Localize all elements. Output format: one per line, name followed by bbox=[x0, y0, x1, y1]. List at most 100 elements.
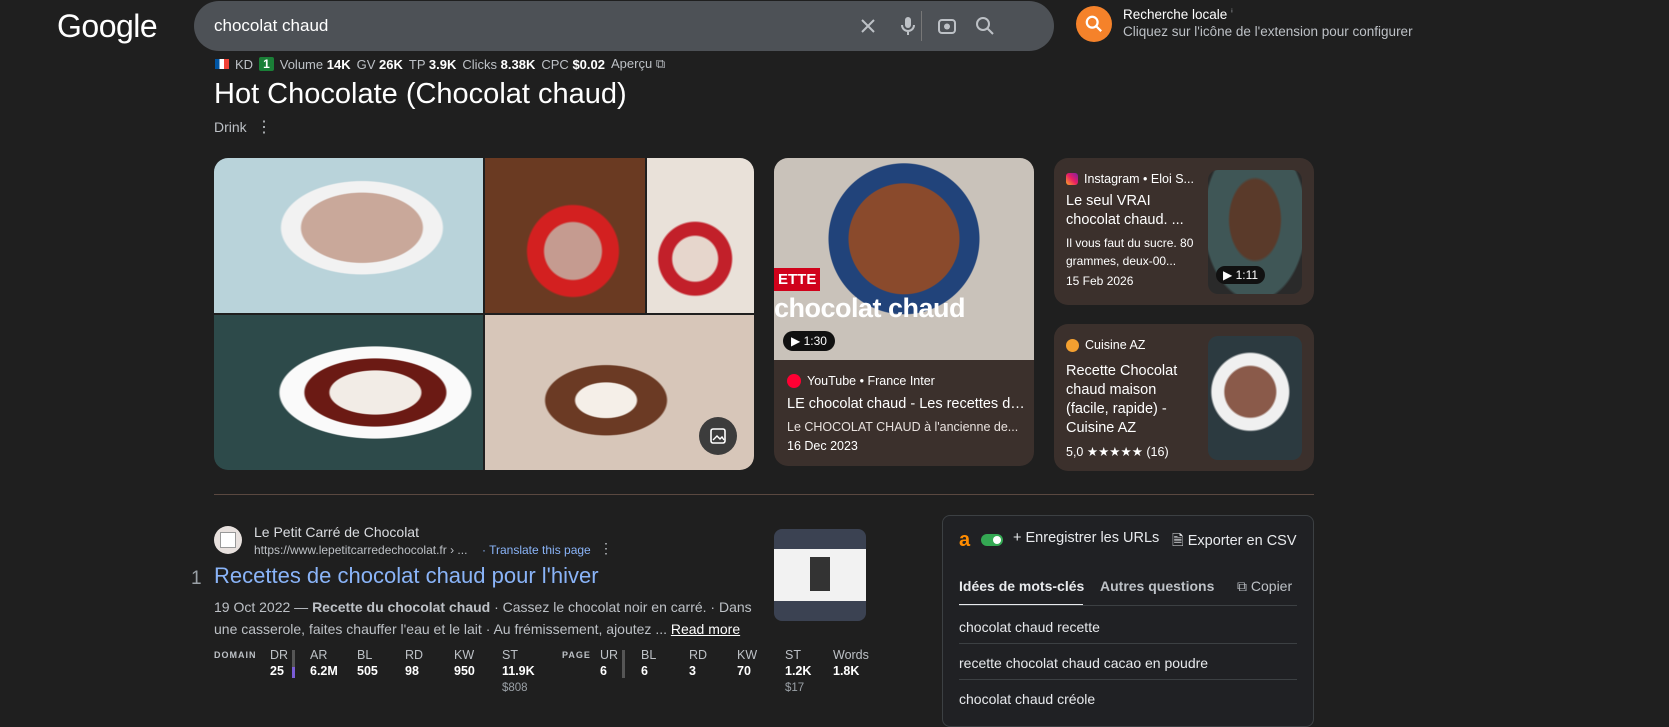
kd-badge: 1 bbox=[259, 57, 274, 71]
google-logo[interactable]: Google bbox=[57, 8, 158, 45]
result-site-name[interactable]: Le Petit Carré de Chocolat bbox=[254, 524, 419, 540]
stat-rd: RD 98 bbox=[405, 648, 424, 678]
read-more-link[interactable]: Read more bbox=[671, 621, 740, 637]
result-snippet: 19 Oct 2022 — Recette du chocolat chaud … bbox=[214, 599, 752, 637]
more-options-icon[interactable]: ⋮ bbox=[256, 117, 272, 137]
image-grid[interactable] bbox=[214, 158, 754, 470]
card-title[interactable]: Recette Chocolat chaud maison (facile, r… bbox=[1066, 362, 1196, 438]
result-url[interactable]: https://www.lepetitcarredechocolat.fr › … bbox=[254, 543, 467, 557]
info-icon: ⁱ bbox=[1231, 7, 1233, 17]
panel-divider bbox=[959, 643, 1297, 644]
search-input[interactable]: chocolat chaud bbox=[214, 16, 328, 36]
local-search-button[interactable] bbox=[1076, 6, 1112, 42]
hot-chocolate-photo-1[interactable] bbox=[214, 158, 483, 313]
card-thumbnail[interactable] bbox=[1208, 336, 1302, 460]
domain-stats-heading: DOMAIN bbox=[214, 650, 257, 660]
video-overlay-title: chocolat chaud bbox=[774, 293, 966, 323]
card-source: Instagram • Eloi S... bbox=[1066, 172, 1196, 186]
stat-dr: DR 25 bbox=[270, 648, 289, 678]
save-urls-button[interactable]: + Enregistrer les URLs bbox=[1013, 530, 1159, 546]
hot-chocolate-photo-2[interactable] bbox=[485, 158, 645, 313]
entity-title: Hot Chocolate (Chocolat chaud) bbox=[214, 78, 627, 110]
search-bar[interactable]: chocolat chaud bbox=[194, 1, 1054, 51]
keyword-item[interactable]: recette chocolat chaud cacao en poudre bbox=[959, 655, 1208, 671]
hot-chocolate-photo-3[interactable] bbox=[647, 158, 754, 313]
instagram-icon bbox=[1066, 173, 1078, 185]
video-overlay-tag: ETTE bbox=[774, 268, 821, 291]
video-thumbnail[interactable] bbox=[774, 158, 1034, 360]
cpc-metric: CPC $0.02 bbox=[541, 56, 605, 72]
export-csv-button[interactable]: 🗎 Exporter en CSV bbox=[1172, 530, 1297, 555]
stat-page-kw: KW 70 bbox=[737, 648, 758, 678]
stat-page-st: ST 1.2K $17 bbox=[785, 648, 812, 694]
file-export-icon: 🗎 bbox=[1172, 533, 1184, 549]
stat-ur: UR 6 bbox=[600, 648, 619, 678]
result-thumbnail[interactable] bbox=[774, 529, 866, 621]
local-search-subtitle: Cliquez sur l'icône de l'extension pour … bbox=[1123, 24, 1413, 39]
stat-words: Words 1.8K bbox=[833, 648, 869, 678]
video-card[interactable]: ETTE chocolat chaud ▶ 1:30 YouTube • Fra… bbox=[774, 158, 1034, 466]
video-title[interactable]: LE chocolat chaud - Les recettes de... bbox=[787, 396, 1027, 412]
panel-divider bbox=[959, 605, 1297, 606]
instagram-card[interactable]: Instagram • Eloi S... Le seul VRAI choco… bbox=[1054, 158, 1314, 305]
card-rating: 5,0 ★★★★★ (16) bbox=[1066, 445, 1169, 459]
keyword-ideas-panel: a + Enregistrer les URLs 🗎 Exporter en C… bbox=[942, 515, 1314, 727]
tp-metric: TP 3.9K bbox=[408, 56, 457, 72]
ahrefs-logo: a bbox=[959, 529, 971, 551]
kd-label: KD bbox=[235, 56, 254, 72]
site-favicon[interactable] bbox=[214, 526, 242, 554]
play-icon: ▶ bbox=[1223, 268, 1233, 282]
volume-metric: Volume 14K bbox=[279, 56, 351, 72]
keyword-item[interactable]: chocolat chaud recette bbox=[959, 619, 1100, 635]
tab-other-questions[interactable]: Autres questions bbox=[1100, 578, 1214, 594]
copy-icon: ⧉ bbox=[1237, 578, 1247, 594]
local-search-title: Recherche locale ⁱ bbox=[1123, 7, 1233, 22]
entity-type: Drink bbox=[214, 119, 247, 135]
card-duration: ▶ 1:11 bbox=[1216, 266, 1266, 284]
card-source: Cuisine AZ bbox=[1066, 338, 1196, 352]
plus-icon: + bbox=[1013, 530, 1022, 546]
france-flag-icon bbox=[215, 59, 229, 69]
gv-metric: GV 26K bbox=[356, 56, 403, 72]
stat-st: ST 11.9K $808 bbox=[502, 648, 535, 694]
search-icon[interactable] bbox=[973, 14, 997, 38]
search-icon bbox=[1085, 15, 1102, 32]
cuisine-az-icon bbox=[1066, 338, 1079, 352]
page-stats-heading: PAGE bbox=[562, 650, 591, 660]
search-divider bbox=[921, 11, 922, 41]
seo-metrics-bar: KD 1 Volume 14K GV 26K TP 3.9K Clicks 8.… bbox=[215, 56, 665, 72]
panel-divider bbox=[959, 679, 1297, 680]
stat-page-rd: RD 3 bbox=[689, 648, 708, 678]
translate-link[interactable]: · Translate this page bbox=[482, 543, 591, 557]
lens-icon[interactable] bbox=[935, 14, 959, 38]
stat-page-bl: BL 6 bbox=[641, 648, 657, 678]
video-description: Le CHOCOLAT CHAUD à l'ancienne de... bbox=[787, 420, 1019, 434]
card-description: Il vous faut du sucre. 80 grammes, deux-… bbox=[1066, 236, 1194, 268]
ur-bar bbox=[622, 650, 625, 678]
section-divider bbox=[214, 494, 1314, 495]
card-title[interactable]: Le seul VRAI chocolat chaud. ... bbox=[1066, 192, 1196, 230]
video-date: 16 Dec 2023 bbox=[787, 439, 858, 453]
cuisine-az-card[interactable]: Cuisine AZ Recette Chocolat chaud maison… bbox=[1054, 324, 1314, 471]
result-title-link[interactable]: Recettes de chocolat chaud pour l'hiver bbox=[214, 563, 599, 589]
copy-button[interactable]: ⧉ Copier bbox=[1237, 578, 1292, 595]
apercu-link[interactable]: Aperçu ⧉ bbox=[611, 56, 665, 72]
video-source: YouTube • France Inter bbox=[787, 374, 935, 388]
microphone-icon[interactable] bbox=[896, 14, 920, 38]
tab-keyword-ideas[interactable]: Idées de mots-clés bbox=[959, 578, 1084, 594]
clicks-metric: Clicks 8.38K bbox=[462, 56, 536, 72]
hot-chocolate-photo-4[interactable] bbox=[214, 315, 483, 470]
card-date: 15 Feb 2026 bbox=[1066, 274, 1134, 288]
more-options-icon[interactable]: ⋮ bbox=[599, 540, 613, 557]
extension-toggle[interactable] bbox=[981, 534, 1003, 546]
external-link-icon: ⧉ bbox=[655, 56, 666, 71]
stat-bl: BL 505 bbox=[357, 648, 378, 678]
stat-kw: KW 950 bbox=[454, 648, 475, 678]
clear-icon[interactable] bbox=[856, 14, 880, 38]
youtube-icon bbox=[787, 374, 801, 388]
keyword-item[interactable]: chocolat chaud créole bbox=[959, 691, 1095, 707]
seo-stats-row: DOMAIN DR 25 AR 6.2M BL 505 RD 98 KW 950 ST 11… bbox=[214, 648, 894, 708]
video-duration: ▶ 1:30 bbox=[783, 331, 835, 351]
more-images-icon[interactable] bbox=[699, 417, 737, 455]
result-rank: 1 bbox=[191, 568, 202, 589]
